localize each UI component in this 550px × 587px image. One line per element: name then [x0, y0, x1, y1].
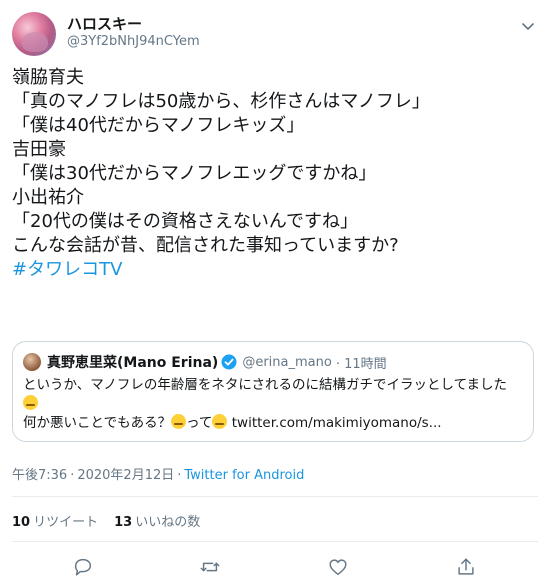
verified-badge-icon	[221, 354, 237, 370]
meta-separator: ·	[70, 468, 75, 483]
engagement-stats: 10 リツイート 13 いいねの数	[12, 511, 200, 530]
quoted-tweet[interactable]: 真野恵里菜(Mano Erina) @erina_mano · 11時間 という…	[12, 341, 534, 442]
tweet-text: 嶺脇育夫 「真のマノフレは50歳から、杉作さんはマノフレ」 「僕は40代だからマ…	[12, 66, 538, 282]
reply-icon[interactable]	[72, 556, 94, 578]
tweet-line: 「真のマノフレは50歳から、杉作さんはマノフレ」	[12, 91, 430, 112]
like-count-value: 13	[114, 515, 133, 530]
like-count[interactable]: 13 いいねの数	[114, 511, 200, 530]
tweet-date[interactable]: 2020年2月12日	[77, 468, 174, 483]
tweet-line: 「僕は40代だからマノフレキッズ」	[12, 115, 305, 136]
tears-of-joy-emoji-icon	[23, 395, 38, 410]
hashtag-link[interactable]: #タワレコTV	[12, 258, 538, 282]
retweet-icon[interactable]	[199, 556, 221, 578]
user-avatar[interactable]	[12, 12, 56, 56]
display-name[interactable]: ハロスキー	[67, 13, 142, 34]
quoted-line: 何か悪いことでもある？ って twitter.com/makimiyomano/s…	[23, 414, 523, 433]
quoted-line	[23, 395, 523, 414]
share-icon[interactable]	[455, 556, 477, 578]
retweet-count-label: リツイート	[33, 515, 99, 530]
quoted-text-fragment: 何か悪いことでもある？	[23, 415, 172, 431]
tweet-line: こんな会話が昔、配信された事知っていますか?	[12, 235, 399, 256]
meta-separator: ·	[177, 468, 182, 483]
quoted-text-fragment: って	[186, 415, 213, 431]
chevron-down-icon[interactable]	[520, 18, 536, 34]
tweet-line: 「僕は30代だからマノフレエッグですかね」	[12, 163, 377, 184]
tweet-line: 小出祐介	[12, 187, 84, 208]
quoted-tweet-header: 真野恵里菜(Mano Erina) @erina_mano · 11時間	[23, 352, 387, 372]
tweet-card: ハロスキー @3Yf2bNhJ94nCYem 嶺脇育夫 「真のマノフレは50歳か…	[0, 0, 550, 587]
tweet-line: 「20代の僕はその資格さえないんですね」	[12, 211, 359, 232]
quoted-user-avatar	[23, 353, 41, 371]
divider	[12, 496, 538, 497]
tweet-line: 嶺脇育夫	[12, 67, 84, 88]
heart-icon[interactable]	[327, 556, 349, 578]
retweet-count[interactable]: 10 リツイート	[12, 511, 98, 530]
quoted-tweet-text: というか、マノフレの年齢層をネタにされるのに結構ガチでイラッとしてました 何か悪…	[23, 376, 523, 433]
tweet-header: ハロスキー @3Yf2bNhJ94nCYem	[12, 8, 538, 56]
tweet-line: 吉田豪	[12, 139, 66, 160]
tweet-metadata: 午後7:36 · 2020年2月12日 · Twitter for Android	[12, 464, 304, 483]
client-link[interactable]: Twitter for Android	[184, 468, 304, 483]
tweet-time[interactable]: 午後7:36	[12, 468, 67, 483]
like-count-label: いいねの数	[135, 515, 201, 530]
quoted-handle: @erina_mano	[242, 354, 332, 370]
quoted-link[interactable]: twitter.com/makimiyomano/s...	[232, 415, 442, 431]
expressionless-face-emoji-icon	[171, 414, 187, 429]
quoted-time: · 11時間	[335, 356, 387, 372]
tears-of-joy-emoji-icon	[212, 414, 228, 429]
tweet-actions	[0, 556, 550, 582]
screen-name[interactable]: @3Yf2bNhJ94nCYem	[67, 34, 200, 49]
retweet-count-value: 10	[12, 515, 31, 530]
divider	[12, 541, 538, 542]
quoted-line: というか、マノフレの年齢層をネタにされるのに結構ガチでイラッとしてました	[23, 377, 507, 393]
quoted-display-name: 真野恵里菜(Mano Erina)	[47, 355, 219, 371]
